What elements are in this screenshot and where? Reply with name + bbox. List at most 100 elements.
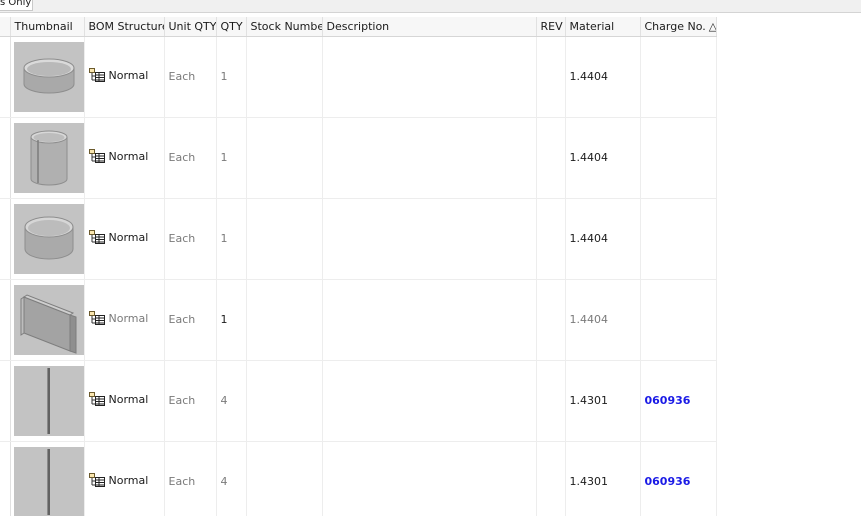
bom-structure-value: Normal (108, 311, 149, 325)
rev-cell[interactable] (536, 360, 566, 442)
thumbnail-cell (10, 279, 85, 361)
col-header-material[interactable]: Material (565, 17, 641, 37)
rev-cell[interactable] (536, 36, 566, 118)
unit-qty-cell: Each (164, 279, 217, 361)
bom-structure-cell: Normal (84, 279, 165, 361)
row-selector[interactable] (0, 117, 11, 199)
row-selector[interactable] (0, 36, 11, 118)
description-cell[interactable] (322, 360, 537, 442)
tab-label: s Only (0, 0, 32, 8)
material-cell[interactable]: 1.4404 (565, 117, 641, 199)
stock-number-cell[interactable] (246, 360, 323, 442)
row-selector[interactable] (0, 279, 11, 361)
rev-cell[interactable] (536, 441, 566, 516)
bom-structure-icon (88, 392, 105, 406)
bom-structure-cell: Normal (84, 360, 165, 442)
stock-number-cell[interactable] (246, 117, 323, 199)
col-header-thumbnail[interactable]: Thumbnail (10, 17, 85, 37)
row-header-gutter[interactable] (0, 17, 11, 37)
bom-structure-icon (88, 149, 105, 163)
bom-structure-value: Normal (108, 392, 149, 406)
bom-grid: Thumbnail BOM Structure Unit QTY QTY Sto… (0, 17, 861, 516)
charge-no-label: Charge No. (644, 19, 706, 33)
col-header-charge-no[interactable]: Charge No.△ (640, 17, 717, 37)
material-cell[interactable]: 1.4301 (565, 360, 641, 442)
bom-structure-value: Normal (108, 230, 149, 244)
bom-structure-value: Normal (108, 473, 149, 487)
stock-number-cell[interactable] (246, 198, 323, 280)
material-cell[interactable]: 1.4404 (565, 36, 641, 118)
stock-number-cell[interactable] (246, 279, 323, 361)
stock-number-cell[interactable] (246, 441, 323, 516)
qty-cell[interactable]: 1 (216, 117, 247, 199)
description-cell[interactable] (322, 198, 537, 280)
description-cell[interactable] (322, 36, 537, 118)
description-cell[interactable] (322, 279, 537, 361)
unit-qty-cell: Each (164, 117, 217, 199)
material-cell[interactable]: 1.4404 (565, 198, 641, 280)
col-header-description[interactable]: Description (322, 17, 537, 37)
description-cell[interactable] (322, 441, 537, 516)
qty-cell[interactable]: 1 (216, 279, 247, 361)
col-header-bom-structure[interactable]: BOM Structure (84, 17, 165, 37)
table-row[interactable]: Normal Each 4 1.4301 060936 (0, 360, 717, 442)
bom-table: Thumbnail BOM Structure Unit QTY QTY Sto… (0, 17, 717, 516)
col-header-rev[interactable]: REV (536, 17, 566, 37)
charge-no-cell[interactable] (640, 117, 717, 199)
bent-plate-part-icon (13, 285, 83, 355)
bom-structure-value: Normal (108, 149, 149, 163)
ring-part-icon (13, 204, 83, 274)
row-selector[interactable] (0, 441, 11, 516)
thumbnail-cell (10, 36, 85, 118)
charge-no-cell[interactable]: 060936 (640, 441, 717, 516)
rev-cell[interactable] (536, 279, 566, 361)
thumbnail-cell (10, 360, 85, 442)
bom-structure-cell: Normal (84, 117, 165, 199)
charge-no-cell[interactable] (640, 198, 717, 280)
charge-no-cell[interactable] (640, 36, 717, 118)
col-header-unit-qty[interactable]: Unit QTY (164, 17, 217, 37)
bom-structure-icon (88, 473, 105, 487)
row-selector[interactable] (0, 360, 11, 442)
thumbnail-cell (10, 117, 85, 199)
bom-structure-icon (88, 230, 105, 244)
table-row[interactable]: Normal Each 4 1.4301 060936 (0, 441, 717, 516)
qty-cell[interactable]: 1 (216, 36, 247, 118)
qty-cell[interactable]: 4 (216, 360, 247, 442)
unit-qty-cell: Each (164, 441, 217, 516)
unit-qty-cell: Each (164, 360, 217, 442)
rod-part-icon (13, 447, 83, 516)
rev-cell[interactable] (536, 117, 566, 199)
bom-structure-cell: Normal (84, 36, 165, 118)
cylinder-part-icon (13, 123, 83, 193)
bom-structure-icon (88, 311, 105, 325)
ring-short-part-icon (13, 42, 83, 112)
rev-cell[interactable] (536, 198, 566, 280)
qty-cell[interactable]: 4 (216, 441, 247, 516)
description-cell[interactable] (322, 117, 537, 199)
row-selector[interactable] (0, 198, 11, 280)
charge-no-cell[interactable]: 060936 (640, 360, 717, 442)
rod-part-icon (13, 366, 83, 436)
bom-structure-cell: Normal (84, 198, 165, 280)
table-row[interactable]: Normal Each 1 1.4404 (0, 117, 717, 199)
table-row[interactable]: Normal Each 1 1.4404 (0, 36, 717, 118)
bom-structure-value: Normal (108, 68, 149, 82)
sort-ascending-icon: △ (709, 20, 715, 33)
col-header-qty[interactable]: QTY (216, 17, 247, 37)
tab-parts-only[interactable]: s Only (0, 0, 33, 11)
tab-strip: s Only (0, 0, 861, 13)
table-row[interactable]: Normal Each 1 1.4404 (0, 279, 717, 361)
stock-number-cell[interactable] (246, 36, 323, 118)
bom-structure-cell: Normal (84, 441, 165, 516)
material-cell[interactable]: 1.4404 (565, 279, 641, 361)
header-row: Thumbnail BOM Structure Unit QTY QTY Sto… (0, 17, 717, 37)
thumbnail-cell (10, 198, 85, 280)
material-cell[interactable]: 1.4301 (565, 441, 641, 516)
qty-cell[interactable]: 1 (216, 198, 247, 280)
unit-qty-cell: Each (164, 36, 217, 118)
col-header-stock-number[interactable]: Stock Number (246, 17, 323, 37)
table-row[interactable]: Normal Each 1 1.4404 (0, 198, 717, 280)
charge-no-cell[interactable] (640, 279, 717, 361)
thumbnail-cell (10, 441, 85, 516)
